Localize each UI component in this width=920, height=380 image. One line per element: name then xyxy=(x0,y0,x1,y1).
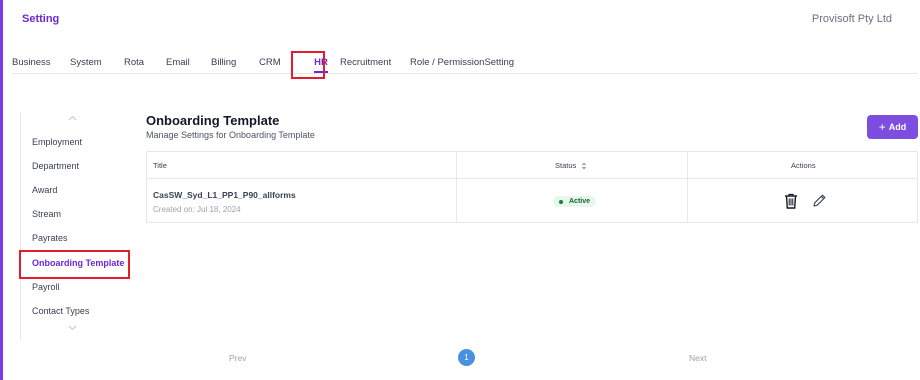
chevron-down-icon[interactable] xyxy=(68,323,77,333)
template-created-date: Created on: Jul 18, 2024 xyxy=(153,205,241,214)
tab-role-permission[interactable]: Role / PermissionSetting xyxy=(410,50,520,74)
add-button-label: Add xyxy=(888,122,907,132)
status-header-label: Status xyxy=(555,161,577,170)
status-badge: Active xyxy=(553,196,597,207)
pagination-page-1[interactable]: 1 xyxy=(458,349,475,366)
column-header-status[interactable]: Status xyxy=(555,161,587,170)
column-divider xyxy=(687,152,688,222)
pagination-next[interactable]: Next xyxy=(689,353,706,363)
trash-icon[interactable] xyxy=(784,193,798,214)
page-title: Setting xyxy=(22,13,60,25)
settings-sidebar: Employment Department Award Stream Payra… xyxy=(20,111,131,340)
tabs-divider xyxy=(12,73,918,74)
tab-system[interactable]: System xyxy=(70,50,124,74)
table-header-row: Title Status Actions xyxy=(147,152,917,179)
tab-email[interactable]: Email xyxy=(166,50,211,74)
chevron-up-icon[interactable] xyxy=(68,113,77,123)
column-divider xyxy=(456,152,457,222)
settings-page: Setting Provisoft Pty Ltd Business Syste… xyxy=(0,0,920,380)
plus-icon: + xyxy=(878,120,886,134)
sidebar-item-employment[interactable]: Employment xyxy=(32,137,82,147)
sidebar-item-payrates[interactable]: Payrates xyxy=(32,233,68,243)
hr-tab-highlight xyxy=(291,51,325,79)
settings-tabs: Business System Rota Email Billing CRM H… xyxy=(12,50,520,74)
sidebar-item-contact-types[interactable]: Contact Types xyxy=(32,306,89,316)
sidebar-item-award[interactable]: Award xyxy=(32,185,57,195)
tab-recruitment[interactable]: Recruitment xyxy=(340,50,410,74)
column-header-actions: Actions xyxy=(791,161,816,170)
tab-rota[interactable]: Rota xyxy=(124,50,166,74)
sort-icon[interactable] xyxy=(581,162,587,170)
onboarding-template-table: Title Status Actions CasSW_Syd_L1_PP1_P9… xyxy=(146,151,918,223)
tab-billing[interactable]: Billing xyxy=(211,50,259,74)
section-title: Onboarding Template xyxy=(146,113,280,128)
pencil-icon[interactable] xyxy=(812,193,827,213)
pagination-prev[interactable]: Prev xyxy=(229,353,246,363)
column-header-title: Title xyxy=(153,161,167,170)
sidebar-item-stream[interactable]: Stream xyxy=(32,209,61,219)
template-name[interactable]: CasSW_Syd_L1_PP1_P90_allforms xyxy=(153,190,296,200)
status-label: Active xyxy=(569,198,591,205)
status-dot-icon xyxy=(559,199,563,204)
tab-business[interactable]: Business xyxy=(12,50,70,74)
section-subtitle: Manage Settings for Onboarding Template xyxy=(146,130,315,140)
add-button[interactable]: + Add xyxy=(867,115,918,139)
sidebar-item-department[interactable]: Department xyxy=(32,161,79,171)
company-name: Provisoft Pty Ltd xyxy=(811,13,892,25)
onboarding-template-highlight xyxy=(19,250,130,279)
sidebar-item-payroll[interactable]: Payroll xyxy=(32,282,60,292)
